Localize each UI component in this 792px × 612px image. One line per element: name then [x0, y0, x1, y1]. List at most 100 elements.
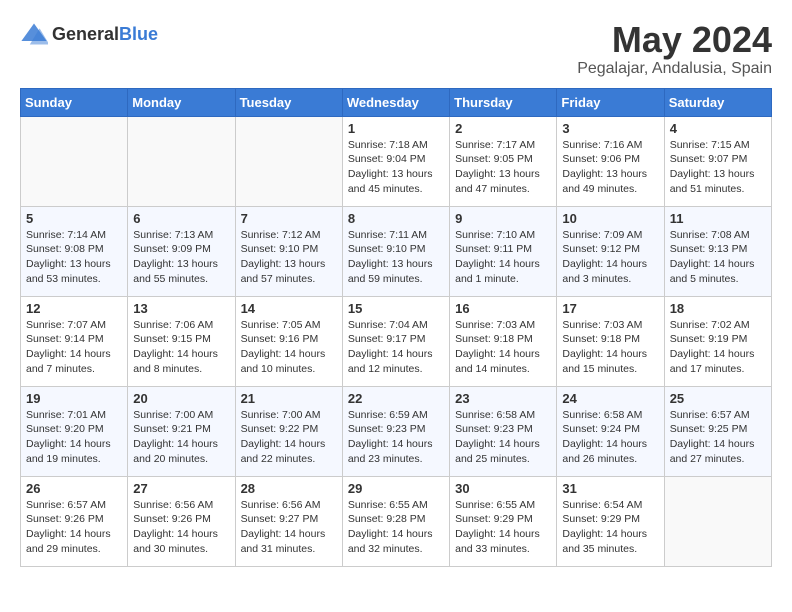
cell-date: 31 — [562, 481, 658, 496]
cell-date: 6 — [133, 211, 229, 226]
cell-date: 14 — [241, 301, 337, 316]
calendar-week-row: 26 Sunrise: 6:57 AMSunset: 9:26 PMDaylig… — [21, 476, 772, 566]
calendar-cell: 20 Sunrise: 7:00 AMSunset: 9:21 PMDaylig… — [128, 386, 235, 476]
calendar-cell: 29 Sunrise: 6:55 AMSunset: 9:28 PMDaylig… — [342, 476, 449, 566]
calendar-cell — [21, 116, 128, 206]
cell-info: Sunrise: 6:54 AMSunset: 9:29 PMDaylight:… — [562, 499, 647, 555]
cell-date: 24 — [562, 391, 658, 406]
calendar-cell: 30 Sunrise: 6:55 AMSunset: 9:29 PMDaylig… — [450, 476, 557, 566]
calendar-cell: 28 Sunrise: 6:56 AMSunset: 9:27 PMDaylig… — [235, 476, 342, 566]
calendar-cell: 6 Sunrise: 7:13 AMSunset: 9:09 PMDayligh… — [128, 206, 235, 296]
cell-info: Sunrise: 7:00 AMSunset: 9:22 PMDaylight:… — [241, 409, 326, 465]
calendar-cell: 8 Sunrise: 7:11 AMSunset: 9:10 PMDayligh… — [342, 206, 449, 296]
cell-info: Sunrise: 7:18 AMSunset: 9:04 PMDaylight:… — [348, 139, 433, 195]
cell-info: Sunrise: 7:02 AMSunset: 9:19 PMDaylight:… — [670, 319, 755, 375]
cell-info: Sunrise: 6:58 AMSunset: 9:24 PMDaylight:… — [562, 409, 647, 465]
cell-date: 17 — [562, 301, 658, 316]
cell-info: Sunrise: 7:03 AMSunset: 9:18 PMDaylight:… — [455, 319, 540, 375]
calendar-cell: 19 Sunrise: 7:01 AMSunset: 9:20 PMDaylig… — [21, 386, 128, 476]
cell-date: 27 — [133, 481, 229, 496]
calendar-cell: 23 Sunrise: 6:58 AMSunset: 9:23 PMDaylig… — [450, 386, 557, 476]
cell-info: Sunrise: 7:05 AMSunset: 9:16 PMDaylight:… — [241, 319, 326, 375]
calendar-week-row: 19 Sunrise: 7:01 AMSunset: 9:20 PMDaylig… — [21, 386, 772, 476]
title-block: May 2024 Pegalajar, Andalusia, Spain — [577, 20, 772, 78]
cell-info: Sunrise: 7:01 AMSunset: 9:20 PMDaylight:… — [26, 409, 111, 465]
calendar-cell: 3 Sunrise: 7:16 AMSunset: 9:06 PMDayligh… — [557, 116, 664, 206]
calendar-cell — [664, 476, 771, 566]
cell-date: 13 — [133, 301, 229, 316]
cell-date: 4 — [670, 121, 766, 136]
calendar-cell: 1 Sunrise: 7:18 AMSunset: 9:04 PMDayligh… — [342, 116, 449, 206]
logo-blue-text: Blue — [119, 24, 158, 44]
calendar-cell: 5 Sunrise: 7:14 AMSunset: 9:08 PMDayligh… — [21, 206, 128, 296]
calendar-cell — [235, 116, 342, 206]
cell-date: 20 — [133, 391, 229, 406]
calendar-table: Sunday Monday Tuesday Wednesday Thursday… — [20, 88, 772, 567]
calendar-cell: 10 Sunrise: 7:09 AMSunset: 9:12 PMDaylig… — [557, 206, 664, 296]
cell-info: Sunrise: 7:12 AMSunset: 9:10 PMDaylight:… — [241, 229, 326, 285]
calendar-body: 1 Sunrise: 7:18 AMSunset: 9:04 PMDayligh… — [21, 116, 772, 566]
header-friday: Friday — [557, 88, 664, 116]
header-thursday: Thursday — [450, 88, 557, 116]
calendar-cell: 9 Sunrise: 7:10 AMSunset: 9:11 PMDayligh… — [450, 206, 557, 296]
header-monday: Monday — [128, 88, 235, 116]
cell-info: Sunrise: 7:08 AMSunset: 9:13 PMDaylight:… — [670, 229, 755, 285]
cell-info: Sunrise: 7:16 AMSunset: 9:06 PMDaylight:… — [562, 139, 647, 195]
header-wednesday: Wednesday — [342, 88, 449, 116]
cell-info: Sunrise: 7:11 AMSunset: 9:10 PMDaylight:… — [348, 229, 433, 285]
calendar-cell: 25 Sunrise: 6:57 AMSunset: 9:25 PMDaylig… — [664, 386, 771, 476]
logo-icon — [20, 20, 48, 48]
cell-info: Sunrise: 7:03 AMSunset: 9:18 PMDaylight:… — [562, 319, 647, 375]
cell-date: 5 — [26, 211, 122, 226]
calendar-cell: 15 Sunrise: 7:04 AMSunset: 9:17 PMDaylig… — [342, 296, 449, 386]
cell-info: Sunrise: 7:15 AMSunset: 9:07 PMDaylight:… — [670, 139, 755, 195]
cell-date: 3 — [562, 121, 658, 136]
cell-date: 2 — [455, 121, 551, 136]
cell-info: Sunrise: 6:56 AMSunset: 9:26 PMDaylight:… — [133, 499, 218, 555]
calendar-cell — [128, 116, 235, 206]
cell-info: Sunrise: 6:57 AMSunset: 9:26 PMDaylight:… — [26, 499, 111, 555]
cell-date: 26 — [26, 481, 122, 496]
cell-date: 7 — [241, 211, 337, 226]
cell-info: Sunrise: 7:06 AMSunset: 9:15 PMDaylight:… — [133, 319, 218, 375]
header-tuesday: Tuesday — [235, 88, 342, 116]
cell-date: 1 — [348, 121, 444, 136]
cell-info: Sunrise: 6:56 AMSunset: 9:27 PMDaylight:… — [241, 499, 326, 555]
cell-date: 25 — [670, 391, 766, 406]
calendar-header: Sunday Monday Tuesday Wednesday Thursday… — [21, 88, 772, 116]
cell-date: 9 — [455, 211, 551, 226]
cell-info: Sunrise: 7:17 AMSunset: 9:05 PMDaylight:… — [455, 139, 540, 195]
calendar-week-row: 12 Sunrise: 7:07 AMSunset: 9:14 PMDaylig… — [21, 296, 772, 386]
cell-date: 22 — [348, 391, 444, 406]
calendar-cell: 13 Sunrise: 7:06 AMSunset: 9:15 PMDaylig… — [128, 296, 235, 386]
cell-date: 29 — [348, 481, 444, 496]
cell-info: Sunrise: 7:13 AMSunset: 9:09 PMDaylight:… — [133, 229, 218, 285]
cell-info: Sunrise: 7:00 AMSunset: 9:21 PMDaylight:… — [133, 409, 218, 465]
cell-date: 19 — [26, 391, 122, 406]
page-header: GeneralBlue May 2024 Pegalajar, Andalusi… — [20, 20, 772, 78]
cell-date: 23 — [455, 391, 551, 406]
header-sunday: Sunday — [21, 88, 128, 116]
cell-date: 10 — [562, 211, 658, 226]
calendar-cell: 14 Sunrise: 7:05 AMSunset: 9:16 PMDaylig… — [235, 296, 342, 386]
calendar-cell: 17 Sunrise: 7:03 AMSunset: 9:18 PMDaylig… — [557, 296, 664, 386]
calendar-cell: 12 Sunrise: 7:07 AMSunset: 9:14 PMDaylig… — [21, 296, 128, 386]
cell-info: Sunrise: 7:14 AMSunset: 9:08 PMDaylight:… — [26, 229, 111, 285]
cell-date: 11 — [670, 211, 766, 226]
calendar-cell: 27 Sunrise: 6:56 AMSunset: 9:26 PMDaylig… — [128, 476, 235, 566]
calendar-cell: 18 Sunrise: 7:02 AMSunset: 9:19 PMDaylig… — [664, 296, 771, 386]
cell-date: 15 — [348, 301, 444, 316]
calendar-cell: 2 Sunrise: 7:17 AMSunset: 9:05 PMDayligh… — [450, 116, 557, 206]
calendar-cell: 16 Sunrise: 7:03 AMSunset: 9:18 PMDaylig… — [450, 296, 557, 386]
calendar-cell: 26 Sunrise: 6:57 AMSunset: 9:26 PMDaylig… — [21, 476, 128, 566]
cell-info: Sunrise: 7:07 AMSunset: 9:14 PMDaylight:… — [26, 319, 111, 375]
calendar-week-row: 1 Sunrise: 7:18 AMSunset: 9:04 PMDayligh… — [21, 116, 772, 206]
header-saturday: Saturday — [664, 88, 771, 116]
day-header-row: Sunday Monday Tuesday Wednesday Thursday… — [21, 88, 772, 116]
calendar-cell: 21 Sunrise: 7:00 AMSunset: 9:22 PMDaylig… — [235, 386, 342, 476]
cell-info: Sunrise: 6:58 AMSunset: 9:23 PMDaylight:… — [455, 409, 540, 465]
cell-date: 8 — [348, 211, 444, 226]
cell-info: Sunrise: 6:57 AMSunset: 9:25 PMDaylight:… — [670, 409, 755, 465]
logo: GeneralBlue — [20, 20, 158, 48]
calendar-week-row: 5 Sunrise: 7:14 AMSunset: 9:08 PMDayligh… — [21, 206, 772, 296]
